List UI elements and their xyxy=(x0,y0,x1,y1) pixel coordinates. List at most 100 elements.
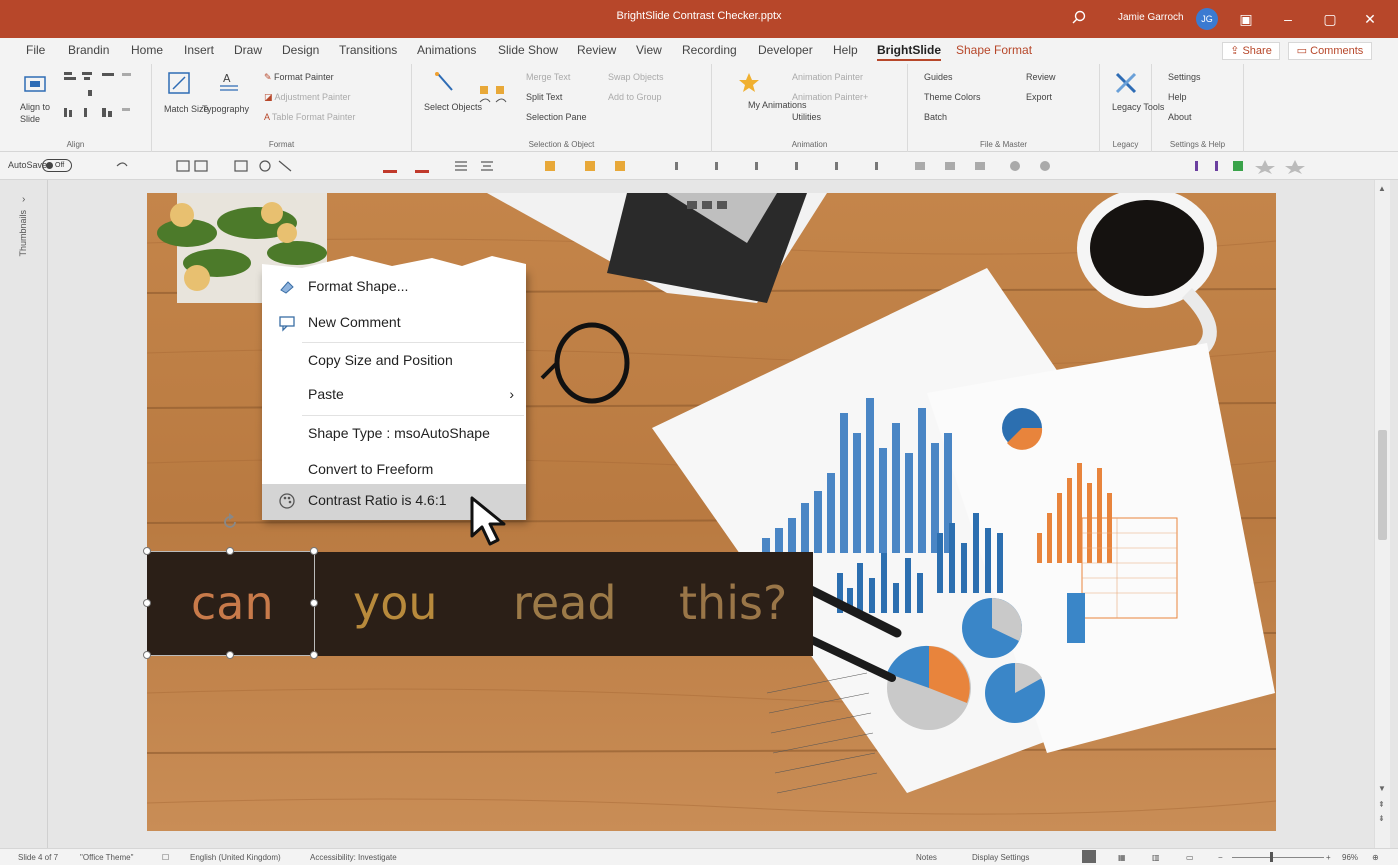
tab-animations[interactable]: Animations xyxy=(417,43,476,57)
typography-label[interactable]: Typography xyxy=(202,104,249,115)
notes-button[interactable]: Notes xyxy=(916,853,937,862)
scroll-down-icon[interactable]: ▼ xyxy=(1378,784,1386,793)
previous-slide-icon[interactable]: ⇞ xyxy=(1378,800,1385,809)
autosave-toggle[interactable]: Off xyxy=(42,159,72,172)
normal-view-icon[interactable] xyxy=(1082,850,1096,863)
tab-developer[interactable]: Developer xyxy=(758,43,813,57)
toolbar-icons[interactable] xyxy=(115,158,1355,174)
export-button[interactable]: Export xyxy=(1026,92,1052,103)
resize-handle[interactable] xyxy=(226,547,234,555)
tab-home[interactable]: Home xyxy=(131,43,163,57)
align-buttons-icon[interactable] xyxy=(62,70,142,120)
word-read[interactable]: read xyxy=(513,576,617,630)
adjustment-painter-button[interactable]: ◪ Adjustment Painter xyxy=(264,92,351,103)
avatar[interactable]: JG xyxy=(1196,8,1218,30)
resize-handle[interactable] xyxy=(226,651,234,659)
expand-chevron-icon[interactable]: › xyxy=(22,194,25,205)
format-painter-button[interactable]: ✎ Format Painter xyxy=(264,72,334,83)
align-to-slide-icon[interactable] xyxy=(22,72,48,98)
user-name[interactable]: Jamie Garroch xyxy=(1118,12,1184,23)
star-icon[interactable] xyxy=(736,70,762,96)
tab-design[interactable]: Design xyxy=(282,43,319,57)
share-button[interactable]: ⇪ Share xyxy=(1222,42,1280,60)
close-button[interactable]: ✕ xyxy=(1358,8,1382,30)
fit-to-window-icon[interactable]: ⊕ xyxy=(1372,853,1379,862)
select-objects-icon[interactable] xyxy=(432,70,458,96)
resize-handle[interactable] xyxy=(143,651,151,659)
maximize-button[interactable]: ▢ xyxy=(1318,8,1342,30)
menu-item-convert-freeform[interactable]: Convert to Freeform xyxy=(262,453,526,487)
select-objects-label[interactable]: Select Objects xyxy=(424,102,482,113)
split-text-button[interactable]: Split Text xyxy=(526,92,562,103)
align-to-label[interactable]: Align to xyxy=(20,102,50,113)
scroll-up-icon[interactable]: ▲ xyxy=(1378,184,1386,193)
tab-slide-show[interactable]: Slide Show xyxy=(498,43,558,57)
resize-handle[interactable] xyxy=(310,651,318,659)
selection-pane-button[interactable]: Selection Pane xyxy=(526,112,587,123)
tab-transitions[interactable]: Transitions xyxy=(339,43,397,57)
thumbnails-pane[interactable]: › Thumbnails xyxy=(0,180,48,848)
menu-item-paste[interactable]: Paste › xyxy=(262,378,526,412)
spell-check-icon[interactable]: ☐ xyxy=(162,853,169,862)
comments-button[interactable]: ▭ Comments xyxy=(1288,42,1372,60)
menu-item-copy-size[interactable]: Copy Size and Position xyxy=(262,344,526,378)
menu-item-format-shape[interactable]: Format Shape... xyxy=(262,270,526,304)
theme-colors-button[interactable]: Theme Colors xyxy=(924,92,981,103)
word-this[interactable]: this? xyxy=(679,576,787,630)
tab-brandin[interactable]: Brandin xyxy=(68,43,109,57)
menu-item-new-comment[interactable]: New Comment xyxy=(262,306,526,340)
reading-view-icon[interactable]: ▥ xyxy=(1152,853,1160,862)
tab-shape-format[interactable]: Shape Format xyxy=(956,43,1032,57)
tools-icon[interactable] xyxy=(1113,70,1139,96)
ribbon-display-icon[interactable]: ▣ xyxy=(1234,8,1258,30)
scroll-thumb[interactable] xyxy=(1378,430,1387,540)
settings-button[interactable]: Settings xyxy=(1168,72,1201,83)
animation-painter-button[interactable]: Animation Painter xyxy=(792,72,863,83)
tab-draw[interactable]: Draw xyxy=(234,43,262,57)
word-can[interactable]: can xyxy=(191,576,274,630)
minimize-button[interactable]: – xyxy=(1276,8,1300,30)
tab-view[interactable]: View xyxy=(636,43,662,57)
batch-button[interactable]: Batch xyxy=(924,112,947,123)
resize-handle[interactable] xyxy=(143,599,151,607)
menu-item-shape-type[interactable]: Shape Type : msoAutoShape xyxy=(262,417,526,451)
help-button[interactable]: Help xyxy=(1168,92,1187,103)
swap-objects-button[interactable]: Swap Objects xyxy=(608,72,664,83)
tab-recording[interactable]: Recording xyxy=(682,43,737,57)
rotate-handle-icon[interactable] xyxy=(220,512,240,532)
slideshow-icon[interactable]: ▭ xyxy=(1186,853,1194,862)
zoom-in-icon[interactable]: + xyxy=(1326,853,1331,862)
tab-help[interactable]: Help xyxy=(833,43,858,57)
word-you[interactable]: you xyxy=(353,576,438,630)
language-indicator[interactable]: English (United Kingdom) xyxy=(190,853,281,862)
zoom-slider[interactable] xyxy=(1232,857,1324,858)
resize-handle[interactable] xyxy=(310,599,318,607)
merge-text-button[interactable]: Merge Text xyxy=(526,72,570,83)
typography-icon[interactable]: A xyxy=(216,70,242,96)
slide-sorter-icon[interactable]: ▦ xyxy=(1118,853,1126,862)
contrast-text-box[interactable]: can you read this? xyxy=(147,552,813,656)
align-slide-label[interactable]: Slide xyxy=(20,114,40,125)
lock-icon[interactable] xyxy=(476,78,516,108)
about-button[interactable]: About xyxy=(1168,112,1192,123)
resize-handle[interactable] xyxy=(143,547,151,555)
animation-painter-plus-button[interactable]: Animation Painter+ xyxy=(792,92,868,103)
utilities-button[interactable]: Utilities xyxy=(792,112,821,123)
tab-review[interactable]: Review xyxy=(577,43,616,57)
search-icon[interactable] xyxy=(1070,9,1088,27)
tab-file[interactable]: File xyxy=(26,43,45,57)
table-format-painter-button[interactable]: A Table Format Painter xyxy=(264,112,355,123)
zoom-level[interactable]: 96% xyxy=(1342,853,1358,862)
display-settings-button[interactable]: Display Settings xyxy=(972,853,1029,862)
match-size-icon[interactable] xyxy=(166,70,192,96)
zoom-slider-thumb[interactable] xyxy=(1270,852,1273,862)
review-button[interactable]: Review xyxy=(1026,72,1056,83)
tab-brightslide[interactable]: BrightSlide xyxy=(877,43,942,61)
vertical-scrollbar[interactable]: ▲ ▼ ⇞ ⇟ xyxy=(1374,180,1390,848)
add-to-group-button[interactable]: Add to Group xyxy=(608,92,662,103)
accessibility-indicator[interactable]: Accessibility: Investigate xyxy=(310,853,397,862)
guides-button[interactable]: Guides xyxy=(924,72,953,83)
zoom-out-icon[interactable]: − xyxy=(1218,853,1223,862)
next-slide-icon[interactable]: ⇟ xyxy=(1378,814,1385,823)
resize-handle[interactable] xyxy=(310,547,318,555)
